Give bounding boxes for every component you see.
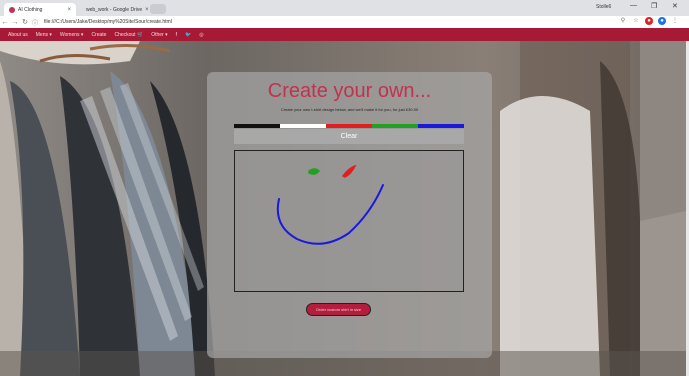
user-profile-badge[interactable]: Stolle6: [596, 4, 611, 10]
minimize-icon[interactable]: —: [630, 2, 637, 9]
create-design-panel: Create your own... Create your own t-shi…: [207, 72, 492, 358]
nav-item-mens[interactable]: Mens ▾: [36, 32, 52, 38]
extension-red-icon[interactable]: ●: [645, 17, 653, 25]
color-swatch-red[interactable]: [326, 124, 372, 128]
color-swatch-black[interactable]: [234, 124, 280, 128]
address-input[interactable]: file:///C:/Users/Jake/Desktop/my%20Site/…: [44, 19, 172, 25]
nav-item-other[interactable]: Other ▾: [151, 32, 167, 38]
green-eye-stroke: [308, 168, 321, 175]
extension-blue-icon[interactable]: ●: [658, 17, 666, 25]
maximize-icon[interactable]: ❐: [651, 2, 657, 10]
new-tab-button[interactable]: [150, 4, 166, 14]
nav-item-about-us[interactable]: About us: [8, 32, 28, 38]
color-swatch-green[interactable]: [372, 124, 418, 128]
nav-item-create[interactable]: Create: [91, 32, 106, 38]
star-icon[interactable]: ☆: [632, 17, 640, 25]
address-bar-row: ← → ↻ ⓘ file:///C:/Users/Jake/Desktop/my…: [0, 16, 689, 28]
close-icon[interactable]: ×: [67, 7, 71, 13]
clear-button[interactable]: Clear: [234, 129, 464, 144]
nav-item-womens[interactable]: Womens ▾: [60, 32, 84, 38]
color-swatch-blue[interactable]: [418, 124, 464, 128]
drawing-canvas[interactable]: [234, 150, 464, 292]
red-eye-stroke: [341, 164, 357, 178]
forward-icon[interactable]: →: [10, 19, 20, 26]
close-icon[interactable]: ×: [145, 7, 149, 13]
back-icon[interactable]: ←: [0, 19, 10, 26]
twitter-icon[interactable]: 🐦: [185, 32, 191, 38]
tab-label: AI Clothing: [18, 6, 43, 13]
facebook-icon[interactable]: f: [176, 32, 177, 38]
color-palette: [234, 124, 464, 128]
close-window-icon[interactable]: ✕: [672, 2, 678, 10]
tab-label: web_work - Google Drive: [86, 6, 143, 13]
color-swatch-white[interactable]: [280, 124, 326, 128]
browser-tab-bar: AI Clothing × web_work - Google Drive × …: [0, 0, 689, 16]
tab-ai-clothing[interactable]: AI Clothing ×: [4, 3, 76, 16]
canvas-drawing: [276, 164, 384, 245]
blue-smile-stroke: [276, 184, 384, 245]
reload-icon[interactable]: ↻: [20, 18, 30, 26]
search-icon[interactable]: ⚲: [619, 17, 627, 25]
menu-icon[interactable]: ⋮: [671, 17, 679, 25]
nav-item-checkout[interactable]: Checkout 🛒: [114, 32, 143, 38]
site-navigation-bar: About us Mens ▾ Womens ▾ Create Checkout…: [0, 28, 689, 41]
info-icon[interactable]: ⓘ: [30, 18, 40, 27]
tab-google-drive[interactable]: web_work - Google Drive ×: [78, 3, 149, 16]
site-favicon-icon: [9, 6, 15, 13]
page-title: Create your own...: [267, 80, 432, 102]
page-subtitle: Create your own t-shirt design below, an…: [280, 107, 419, 112]
order-custom-shirt-button[interactable]: Order custom shirt in size: [306, 303, 371, 316]
instagram-icon[interactable]: ◎: [199, 32, 203, 38]
